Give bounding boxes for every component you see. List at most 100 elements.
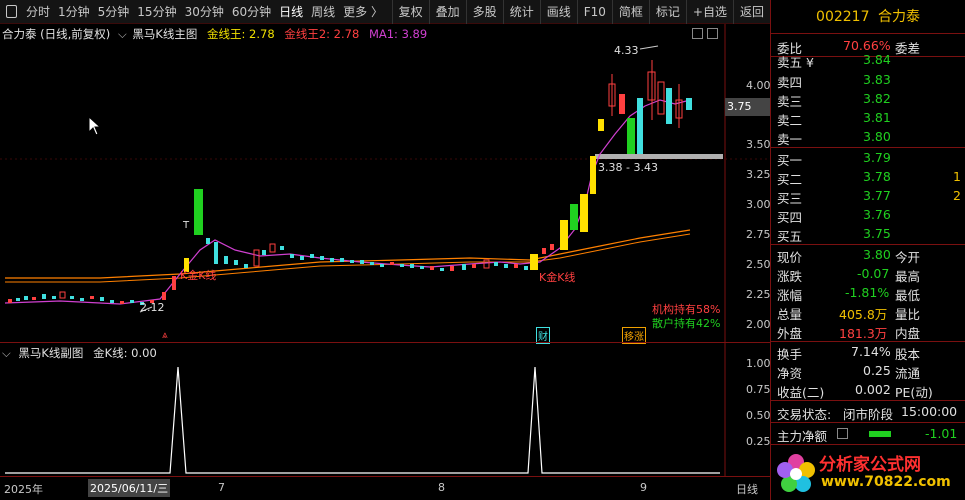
price-tick: 3.25 bbox=[746, 168, 771, 181]
sub-canvas bbox=[5, 343, 726, 477]
stat-label: 收益(二) bbox=[777, 385, 825, 400]
f10-button[interactable]: F10 bbox=[576, 0, 612, 24]
status-row: 交易状态: 闭市阶段 15:00:00 bbox=[771, 402, 965, 422]
brand-url: www.70822.com bbox=[821, 474, 951, 490]
sell-label: 卖五 ¥ bbox=[777, 55, 814, 70]
chart-window-controls bbox=[692, 28, 718, 39]
sell-price: 3.80 bbox=[863, 129, 891, 144]
k-marker-2: K金K线 bbox=[539, 271, 576, 284]
flower-logo-icon bbox=[777, 454, 815, 492]
sell-price: 3.84 bbox=[863, 52, 891, 67]
jinxianwang-label: 金线王: 2.78 bbox=[207, 27, 275, 41]
mouse-cursor-icon bbox=[88, 116, 102, 136]
sell-label: 卖一 bbox=[777, 132, 803, 147]
stat-value: -1.81% bbox=[845, 285, 890, 300]
period-60min[interactable]: 60分钟 bbox=[228, 0, 275, 24]
buy-price: 3.78 bbox=[863, 169, 891, 184]
brand-name: 分析家公式网 bbox=[819, 455, 921, 475]
period-daily[interactable]: 日线 bbox=[275, 0, 307, 24]
main-kline-chart[interactable]: 合力泰 (日线,前复权) ⌵ 黑马K线主图 金线王: 2.78 金线王2: 2.… bbox=[0, 24, 771, 344]
stat-value: -0.07 bbox=[857, 266, 890, 281]
period-label: 日线 bbox=[736, 483, 758, 496]
month-9: 9 bbox=[640, 481, 647, 494]
buy-price: 3.79 bbox=[863, 150, 891, 165]
sub-value-label: 金K线: 0.00 bbox=[93, 346, 157, 360]
stat-label: 外盘 bbox=[777, 326, 803, 341]
period-fenshi[interactable]: 分时 bbox=[22, 0, 54, 24]
buy-price: 3.76 bbox=[863, 207, 891, 222]
stats-button[interactable]: 统计 bbox=[502, 0, 540, 24]
month-8: 8 bbox=[438, 481, 445, 494]
year-label: 2025年 bbox=[4, 483, 43, 496]
multi-stock-button[interactable]: 多股 bbox=[465, 0, 503, 24]
price-tick: 4.00 bbox=[746, 79, 771, 92]
mark-button[interactable]: 标记 bbox=[648, 0, 686, 24]
stock-label: 合力泰 (日线,前复权) bbox=[2, 27, 111, 41]
toolbar-icon[interactable] bbox=[0, 0, 22, 24]
add-favorite-button[interactable]: +自选 bbox=[685, 0, 733, 24]
fuquan-button[interactable]: 复权 bbox=[391, 0, 429, 24]
buy-price: 3.75 bbox=[863, 226, 891, 241]
stock-title: 002217 合力泰 bbox=[771, 0, 965, 34]
candles-early bbox=[8, 60, 692, 305]
draw-line-button[interactable]: 画线 bbox=[539, 0, 577, 24]
jink-line bbox=[5, 366, 720, 474]
sub-tick: 0.50 bbox=[746, 409, 771, 422]
range-bar bbox=[595, 154, 723, 159]
status-time: 15:00:00 bbox=[901, 404, 958, 419]
quote-panel: 002217 合力泰 委比 70.66% 委差 卖五 ¥3.84 卖四 3.83 … bbox=[770, 0, 965, 500]
back-button[interactable]: 返回 bbox=[732, 0, 770, 24]
sub-indicator-name[interactable]: 黑马K线副图 bbox=[18, 346, 83, 360]
period-15min[interactable]: 15分钟 bbox=[133, 0, 180, 24]
net-row: 主力净额 -1.01 bbox=[771, 424, 965, 444]
price-tick: 2.75 bbox=[746, 228, 771, 241]
period-more[interactable]: 更多 〉 bbox=[339, 0, 387, 24]
t-marker: T bbox=[183, 220, 190, 231]
stock-code: 002217 bbox=[816, 9, 870, 25]
list-icon[interactable] bbox=[837, 428, 848, 439]
indicator-name[interactable]: 黑马K线主图 bbox=[132, 27, 197, 41]
buy-vol: 2 bbox=[953, 188, 961, 203]
overlay-button[interactable]: 叠加 bbox=[428, 0, 466, 24]
retail-holding: 散户持有42% bbox=[652, 317, 721, 330]
kline-canvas bbox=[0, 24, 770, 342]
brand-banner: 分析家公式网 www.70822.com bbox=[771, 446, 965, 500]
stat-value: 181.3万 bbox=[839, 326, 888, 341]
chevron-down-icon[interactable]: ⌵ bbox=[118, 27, 127, 41]
sell-price: 3.81 bbox=[863, 110, 891, 125]
sell-price: 3.82 bbox=[863, 91, 891, 106]
period-toolbar: 分时 1分钟 5分钟 15分钟 30分钟 60分钟 日线 周线 更多 〉 复权 … bbox=[0, 0, 770, 24]
stat-label-right: 内盘 bbox=[895, 326, 921, 341]
price-tick: 2.25 bbox=[746, 288, 771, 301]
buy-vol: 1 bbox=[953, 169, 961, 184]
price-tick: 3.00 bbox=[746, 198, 771, 211]
stat-value: 0.002 bbox=[855, 382, 891, 397]
jinxianwang2-label: 金线王2: 2.78 bbox=[284, 27, 360, 41]
price-tick: 2.50 bbox=[746, 258, 771, 271]
period-1min[interactable]: 1分钟 bbox=[54, 0, 94, 24]
period-5min[interactable]: 5分钟 bbox=[94, 0, 134, 24]
net-bar bbox=[869, 431, 891, 437]
buy-label: 买五 bbox=[777, 229, 803, 244]
stat-value: 0.25 bbox=[863, 363, 891, 378]
sub-indicator-chart[interactable]: ⌵ 黑马K线副图 金K线: 0.00 1.00 0.75 0.50 0.25 bbox=[0, 342, 771, 477]
sub-tick: 1.00 bbox=[746, 357, 771, 370]
settings-icon[interactable] bbox=[707, 28, 718, 39]
main-legend: 合力泰 (日线,前复权) ⌵ 黑马K线主图 金线王: 2.78 金线王2: 2.… bbox=[2, 26, 427, 42]
price-tick: 3.50 bbox=[746, 138, 771, 151]
price-tick: 2.00 bbox=[746, 318, 771, 331]
status-value: 闭市阶段 bbox=[843, 407, 894, 422]
simple-frame-button[interactable]: 简框 bbox=[611, 0, 649, 24]
current-price-marker: 3.75 bbox=[725, 98, 770, 116]
period-weekly[interactable]: 周线 bbox=[307, 0, 339, 24]
sub-menu-icon[interactable]: ⌵ bbox=[2, 346, 11, 360]
buy-price: 3.77 bbox=[863, 188, 891, 203]
status-label: 交易状态: bbox=[777, 407, 832, 422]
stock-name: 合力泰 bbox=[877, 9, 920, 25]
period-30min[interactable]: 30分钟 bbox=[181, 0, 228, 24]
k-marker-1: K金K线 bbox=[180, 269, 217, 282]
window-icon[interactable] bbox=[692, 28, 703, 39]
net-label: 主力净额 bbox=[777, 429, 828, 444]
stat-value: 7.14% bbox=[851, 344, 891, 359]
cursor-date: 2025/06/11/三 bbox=[88, 479, 171, 497]
